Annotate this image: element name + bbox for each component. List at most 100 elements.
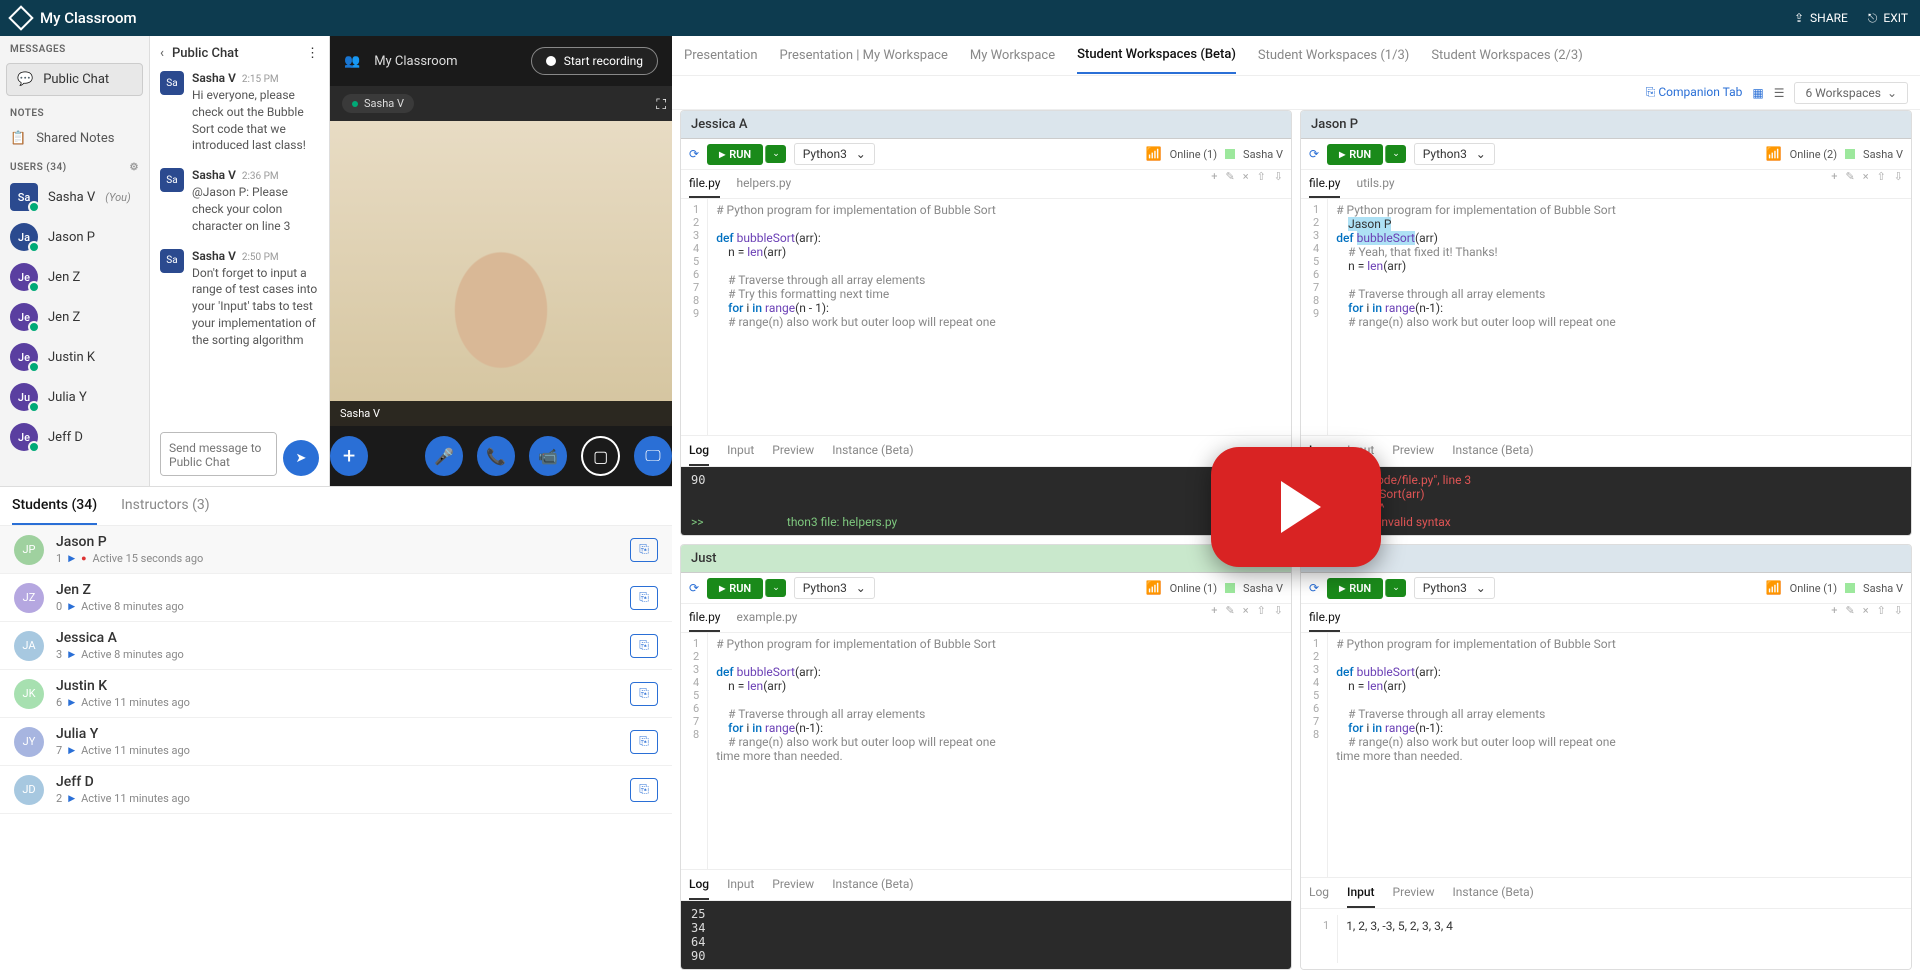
file-tab[interactable]: file.py: [689, 604, 720, 632]
video-feed[interactable]: ⛶ Sasha V: [330, 121, 672, 426]
open-workspace-button[interactable]: ⎘: [630, 538, 658, 562]
run-button[interactable]: RUN: [1327, 578, 1383, 599]
chat-menu-icon[interactable]: ⋮: [306, 46, 319, 61]
output-tab[interactable]: Log: [689, 436, 709, 466]
mic-button[interactable]: 🎤: [425, 436, 463, 476]
shared-notes-button[interactable]: 📋 Shared Notes: [0, 123, 149, 154]
close-icon[interactable]: ×: [1243, 170, 1249, 198]
user-item[interactable]: JuJulia Y: [0, 377, 149, 417]
output-tab[interactable]: Preview: [1392, 436, 1434, 466]
run-button[interactable]: RUN: [707, 578, 763, 599]
companion-tab-link[interactable]: ⎘ Companion Tab: [1646, 85, 1743, 100]
chat-back-icon[interactable]: ‹: [160, 46, 164, 61]
student-row[interactable]: JP Jason P 1▶●Active 15 seconds ago ⎘: [0, 526, 672, 574]
edit-icon[interactable]: ✎: [1845, 170, 1854, 198]
student-row[interactable]: JD Jeff D 2▶Active 11 minutes ago ⎘: [0, 766, 672, 814]
open-workspace-button[interactable]: ⎘: [630, 778, 658, 802]
open-workspace-button[interactable]: ⎘: [630, 730, 658, 754]
expand-icon[interactable]: ⛶: [656, 97, 666, 113]
workspace-tab[interactable]: My Workspace: [970, 38, 1055, 73]
workspace-count-dropdown[interactable]: 6 Workspaces ⌄: [1794, 82, 1908, 104]
public-chat-button[interactable]: 💬 Public Chat: [6, 63, 143, 96]
user-item[interactable]: JeJustin K: [0, 337, 149, 377]
add-file-icon[interactable]: +: [1211, 170, 1217, 198]
tab-instructors[interactable]: Instructors (3): [121, 497, 210, 525]
code-editor[interactable]: 123456789# Python program for implementa…: [681, 199, 1291, 435]
close-icon[interactable]: ×: [1243, 604, 1249, 632]
edit-icon[interactable]: ✎: [1845, 604, 1854, 632]
chat-input[interactable]: [160, 432, 277, 476]
workspace-tab[interactable]: Presentation | My Workspace: [780, 38, 948, 73]
add-file-icon[interactable]: +: [1211, 604, 1217, 632]
present-button[interactable]: 🖵: [634, 436, 672, 476]
phone-button[interactable]: 📞: [477, 436, 515, 476]
grid-view-icon[interactable]: ▦: [1752, 86, 1763, 100]
user-item[interactable]: SaSasha V (You): [0, 177, 149, 217]
gear-icon[interactable]: ⚙: [130, 162, 139, 173]
workspace-tab[interactable]: Student Workspaces (1/3): [1258, 38, 1409, 73]
student-row[interactable]: JA Jessica A 3▶Active 8 minutes ago ⎘: [0, 622, 672, 670]
run-dropdown[interactable]: ⌄: [765, 579, 786, 597]
edit-icon[interactable]: ✎: [1225, 604, 1234, 632]
output-tab[interactable]: Preview: [1393, 878, 1435, 908]
user-item[interactable]: JeJen Z: [0, 257, 149, 297]
user-item[interactable]: JaJason P: [0, 217, 149, 257]
run-button[interactable]: RUN: [1327, 144, 1383, 165]
download-icon[interactable]: ⇩: [1894, 170, 1903, 198]
edit-icon[interactable]: ✎: [1225, 170, 1234, 198]
workspace-tab[interactable]: Presentation: [684, 38, 758, 73]
run-button[interactable]: RUN: [707, 144, 763, 165]
open-workspace-button[interactable]: ⎘: [630, 682, 658, 706]
file-tab[interactable]: helpers.py: [736, 170, 791, 198]
workspace-tab[interactable]: Student Workspaces (2/3): [1431, 38, 1582, 73]
add-button[interactable]: +: [330, 436, 368, 476]
download-icon[interactable]: ⇩: [1274, 604, 1283, 632]
participants-icon[interactable]: 👥: [344, 54, 360, 69]
output-tab[interactable]: Instance (Beta): [1452, 436, 1533, 466]
video-play-overlay[interactable]: [1211, 447, 1381, 567]
user-item[interactable]: JeJeff D: [0, 417, 149, 457]
file-tab[interactable]: utils.py: [1356, 170, 1394, 198]
language-select[interactable]: Python3 ⌄: [1414, 577, 1495, 599]
record-button[interactable]: Start recording: [531, 47, 658, 75]
chat-send-button[interactable]: ➤: [283, 440, 319, 476]
open-workspace-button[interactable]: ⎘: [630, 634, 658, 658]
camera-button[interactable]: 📹: [529, 436, 567, 476]
run-dropdown[interactable]: ⌄: [1385, 145, 1406, 163]
output-tab[interactable]: Log: [1309, 878, 1329, 908]
open-workspace-button[interactable]: ⎘: [630, 586, 658, 610]
output-tab[interactable]: Instance (Beta): [832, 870, 913, 900]
student-row[interactable]: JZ Jen Z 0▶Active 8 minutes ago ⎘: [0, 574, 672, 622]
student-row[interactable]: JY Julia Y 7▶Active 11 minutes ago ⎘: [0, 718, 672, 766]
refresh-icon[interactable]: ⟳: [689, 147, 699, 161]
share-button[interactable]: ⇪SHARE: [1794, 11, 1848, 26]
upload-icon[interactable]: ⇧: [1877, 604, 1886, 632]
run-dropdown[interactable]: ⌄: [765, 145, 786, 163]
workspace-tab[interactable]: Student Workspaces (Beta): [1077, 37, 1236, 74]
output-tab[interactable]: Input: [727, 436, 754, 466]
language-select[interactable]: Python3 ⌄: [794, 143, 875, 165]
tab-students[interactable]: Students (34): [12, 497, 97, 525]
upload-icon[interactable]: ⇧: [1877, 170, 1886, 198]
file-tab[interactable]: file.py: [1309, 604, 1340, 632]
download-icon[interactable]: ⇩: [1274, 170, 1283, 198]
add-file-icon[interactable]: +: [1831, 170, 1837, 198]
upload-icon[interactable]: ⇧: [1257, 170, 1266, 198]
list-view-icon[interactable]: ☰: [1774, 86, 1785, 100]
exit-button[interactable]: ⎋EXIT: [1868, 11, 1908, 26]
refresh-icon[interactable]: ⟳: [689, 581, 699, 595]
student-row[interactable]: JK Justin K 6▶Active 11 minutes ago ⎘: [0, 670, 672, 718]
output-tab[interactable]: Preview: [772, 436, 814, 466]
file-tab[interactable]: file.py: [1309, 170, 1340, 198]
refresh-icon[interactable]: ⟳: [1309, 147, 1319, 161]
output-tab[interactable]: Input: [1347, 878, 1375, 908]
output-tab[interactable]: Instance (Beta): [832, 436, 913, 466]
output-tab[interactable]: Preview: [772, 870, 814, 900]
language-select[interactable]: Python3 ⌄: [794, 577, 875, 599]
upload-icon[interactable]: ⇧: [1257, 604, 1266, 632]
refresh-icon[interactable]: ⟳: [1309, 581, 1319, 595]
code-editor[interactable]: 12345678# Python program for implementat…: [1301, 633, 1911, 877]
run-dropdown[interactable]: ⌄: [1385, 579, 1406, 597]
code-editor[interactable]: 12345678# Python program for implementat…: [681, 633, 1291, 869]
output-tab[interactable]: Instance (Beta): [1452, 878, 1533, 908]
